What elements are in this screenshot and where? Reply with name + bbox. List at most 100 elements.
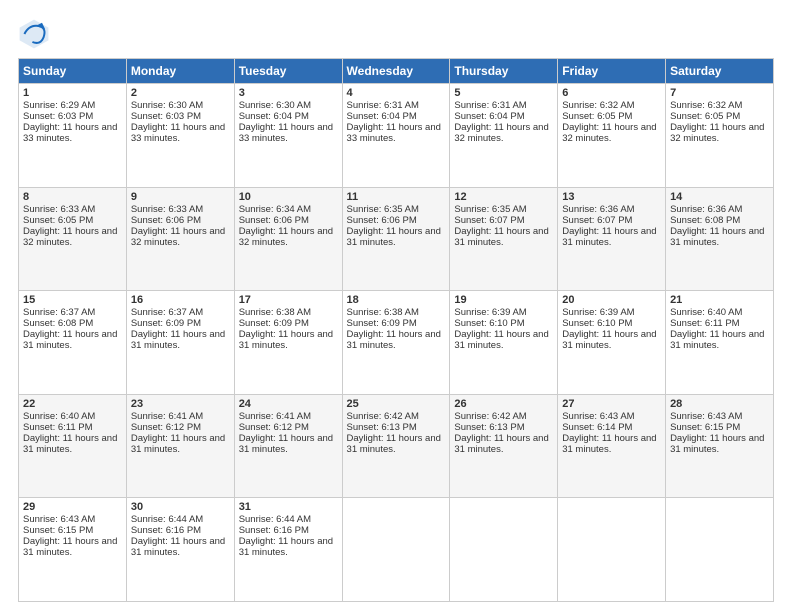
sunset-text: Sunset: 6:13 PM (347, 422, 417, 433)
daylight-text: Daylight: 11 hours and 31 minutes. (239, 329, 333, 351)
day-number: 24 (239, 398, 338, 410)
daylight-text: Daylight: 11 hours and 31 minutes. (23, 433, 117, 455)
calendar-cell: 1Sunrise: 6:29 AMSunset: 6:03 PMDaylight… (19, 84, 127, 188)
daylight-text: Daylight: 11 hours and 31 minutes. (562, 329, 656, 351)
sunrise-text: Sunrise: 6:30 AM (131, 100, 203, 111)
calendar-cell: 6Sunrise: 6:32 AMSunset: 6:05 PMDaylight… (558, 84, 666, 188)
calendar-cell: 26Sunrise: 6:42 AMSunset: 6:13 PMDayligh… (450, 394, 558, 498)
day-number: 13 (562, 191, 661, 203)
calendar-cell: 17Sunrise: 6:38 AMSunset: 6:09 PMDayligh… (234, 291, 342, 395)
daylight-text: Daylight: 11 hours and 31 minutes. (670, 329, 764, 351)
day-number: 25 (347, 398, 446, 410)
calendar-cell (450, 498, 558, 602)
daylight-text: Daylight: 11 hours and 32 minutes. (23, 226, 117, 248)
sunset-text: Sunset: 6:05 PM (562, 111, 632, 122)
daylight-text: Daylight: 11 hours and 31 minutes. (347, 329, 441, 351)
sunrise-text: Sunrise: 6:37 AM (131, 307, 203, 318)
sunrise-text: Sunrise: 6:35 AM (454, 204, 526, 215)
day-number: 9 (131, 191, 230, 203)
day-number: 18 (347, 294, 446, 306)
calendar-cell: 4Sunrise: 6:31 AMSunset: 6:04 PMDaylight… (342, 84, 450, 188)
sunrise-text: Sunrise: 6:44 AM (239, 514, 311, 525)
calendar-cell: 31Sunrise: 6:44 AMSunset: 6:16 PMDayligh… (234, 498, 342, 602)
daylight-text: Daylight: 11 hours and 32 minutes. (670, 122, 764, 144)
day-number: 1 (23, 87, 122, 99)
daylight-text: Daylight: 11 hours and 31 minutes. (347, 226, 441, 248)
sunset-text: Sunset: 6:06 PM (131, 215, 201, 226)
sunset-text: Sunset: 6:12 PM (131, 422, 201, 433)
calendar-cell: 8Sunrise: 6:33 AMSunset: 6:05 PMDaylight… (19, 187, 127, 291)
day-number: 7 (670, 87, 769, 99)
calendar-week-row: 29Sunrise: 6:43 AMSunset: 6:15 PMDayligh… (19, 498, 774, 602)
day-number: 3 (239, 87, 338, 99)
sunset-text: Sunset: 6:05 PM (670, 111, 740, 122)
day-number: 20 (562, 294, 661, 306)
sunset-text: Sunset: 6:15 PM (23, 525, 93, 536)
calendar-body: 1Sunrise: 6:29 AM Sunset: 6:03 PM Daylight… (19, 84, 774, 602)
calendar-cell (342, 498, 450, 602)
daylight-text: Daylight: 11 hours and 33 minutes. (23, 122, 117, 144)
day-number: 16 (131, 294, 230, 306)
sunrise-text: Sunrise: 6:43 AM (562, 411, 634, 422)
daylight-text: Daylight: 11 hours and 31 minutes. (131, 433, 225, 455)
sunset-text: Sunset: 6:04 PM (454, 111, 524, 122)
day-number: 28 (670, 398, 769, 410)
daylight-text: Daylight: 11 hours and 31 minutes. (23, 329, 117, 351)
sunrise-text: Sunrise: 6:44 AM (131, 514, 203, 525)
header (18, 18, 774, 50)
sunset-text: Sunset: 6:12 PM (239, 422, 309, 433)
day-number: 8 (23, 191, 122, 203)
daylight-text: Daylight: 11 hours and 31 minutes. (562, 226, 656, 248)
sunrise-text: Sunrise: 6:33 AM (23, 204, 95, 215)
calendar-cell: 22Sunrise: 6:40 AMSunset: 6:11 PMDayligh… (19, 394, 127, 498)
daylight-text: Daylight: 11 hours and 31 minutes. (131, 536, 225, 558)
sunrise-text: Sunrise: 6:34 AM (239, 204, 311, 215)
calendar-day-header: Monday (126, 59, 234, 84)
day-number: 22 (23, 398, 122, 410)
calendar-cell: 19Sunrise: 6:39 AMSunset: 6:10 PMDayligh… (450, 291, 558, 395)
calendar-cell: 21Sunrise: 6:40 AMSunset: 6:11 PMDayligh… (666, 291, 774, 395)
sunrise-text: Sunrise: 6:42 AM (347, 411, 419, 422)
calendar-cell (666, 498, 774, 602)
calendar-cell: 3Sunrise: 6:30 AMSunset: 6:04 PMDaylight… (234, 84, 342, 188)
calendar-week-row: 22Sunrise: 6:40 AMSunset: 6:11 PMDayligh… (19, 394, 774, 498)
daylight-text: Daylight: 11 hours and 31 minutes. (454, 226, 548, 248)
daylight-text: Daylight: 11 hours and 31 minutes. (23, 536, 117, 558)
sunset-text: Sunset: 6:05 PM (23, 215, 93, 226)
sunset-text: Sunset: 6:03 PM (131, 111, 201, 122)
day-number: 6 (562, 87, 661, 99)
sunrise-text: Sunrise: 6:40 AM (670, 307, 742, 318)
sunrise-text: Sunrise: 6:36 AM (562, 204, 634, 215)
sunset-text: Sunset: 6:04 PM (347, 111, 417, 122)
sunset-text: Sunset: 6:11 PM (23, 422, 93, 433)
sunset-text: Sunset: 6:13 PM (454, 422, 524, 433)
sunset-text: Sunset: 6:09 PM (131, 318, 201, 329)
sunrise-text: Sunrise: 6:41 AM (131, 411, 203, 422)
calendar-cell: 10Sunrise: 6:34 AMSunset: 6:06 PMDayligh… (234, 187, 342, 291)
sunset-text: Sunset: 6:11 PM (670, 318, 740, 329)
sunrise-text: Sunrise: 6:31 AM (454, 100, 526, 111)
calendar-cell: 16Sunrise: 6:37 AMSunset: 6:09 PMDayligh… (126, 291, 234, 395)
sunset-text: Sunset: 6:16 PM (131, 525, 201, 536)
sunset-text: Sunset: 6:10 PM (454, 318, 524, 329)
page: SundayMondayTuesdayWednesdayThursdayFrid… (0, 0, 792, 612)
day-number: 2 (131, 87, 230, 99)
sunset-text: Sunset: 6:08 PM (23, 318, 93, 329)
logo (18, 18, 54, 50)
calendar-cell: 2Sunrise: 6:30 AMSunset: 6:03 PMDaylight… (126, 84, 234, 188)
day-number: 4 (347, 87, 446, 99)
calendar-cell: 13Sunrise: 6:36 AMSunset: 6:07 PMDayligh… (558, 187, 666, 291)
day-number: 29 (23, 501, 122, 513)
sunrise-text: Sunrise: 6:37 AM (23, 307, 95, 318)
calendar-cell: 18Sunrise: 6:38 AMSunset: 6:09 PMDayligh… (342, 291, 450, 395)
daylight-text: Daylight: 11 hours and 31 minutes. (670, 433, 764, 455)
sunrise-text: Sunrise: 6:43 AM (23, 514, 95, 525)
calendar-week-row: 8Sunrise: 6:33 AMSunset: 6:05 PMDaylight… (19, 187, 774, 291)
sunset-text: Sunset: 6:07 PM (454, 215, 524, 226)
day-number: 31 (239, 501, 338, 513)
daylight-text: Daylight: 11 hours and 31 minutes. (239, 433, 333, 455)
daylight-text: Daylight: 11 hours and 32 minutes. (562, 122, 656, 144)
sunrise-text: Sunrise: 6:29 AM (23, 100, 95, 111)
sunset-text: Sunset: 6:14 PM (562, 422, 632, 433)
sunrise-text: Sunrise: 6:39 AM (454, 307, 526, 318)
